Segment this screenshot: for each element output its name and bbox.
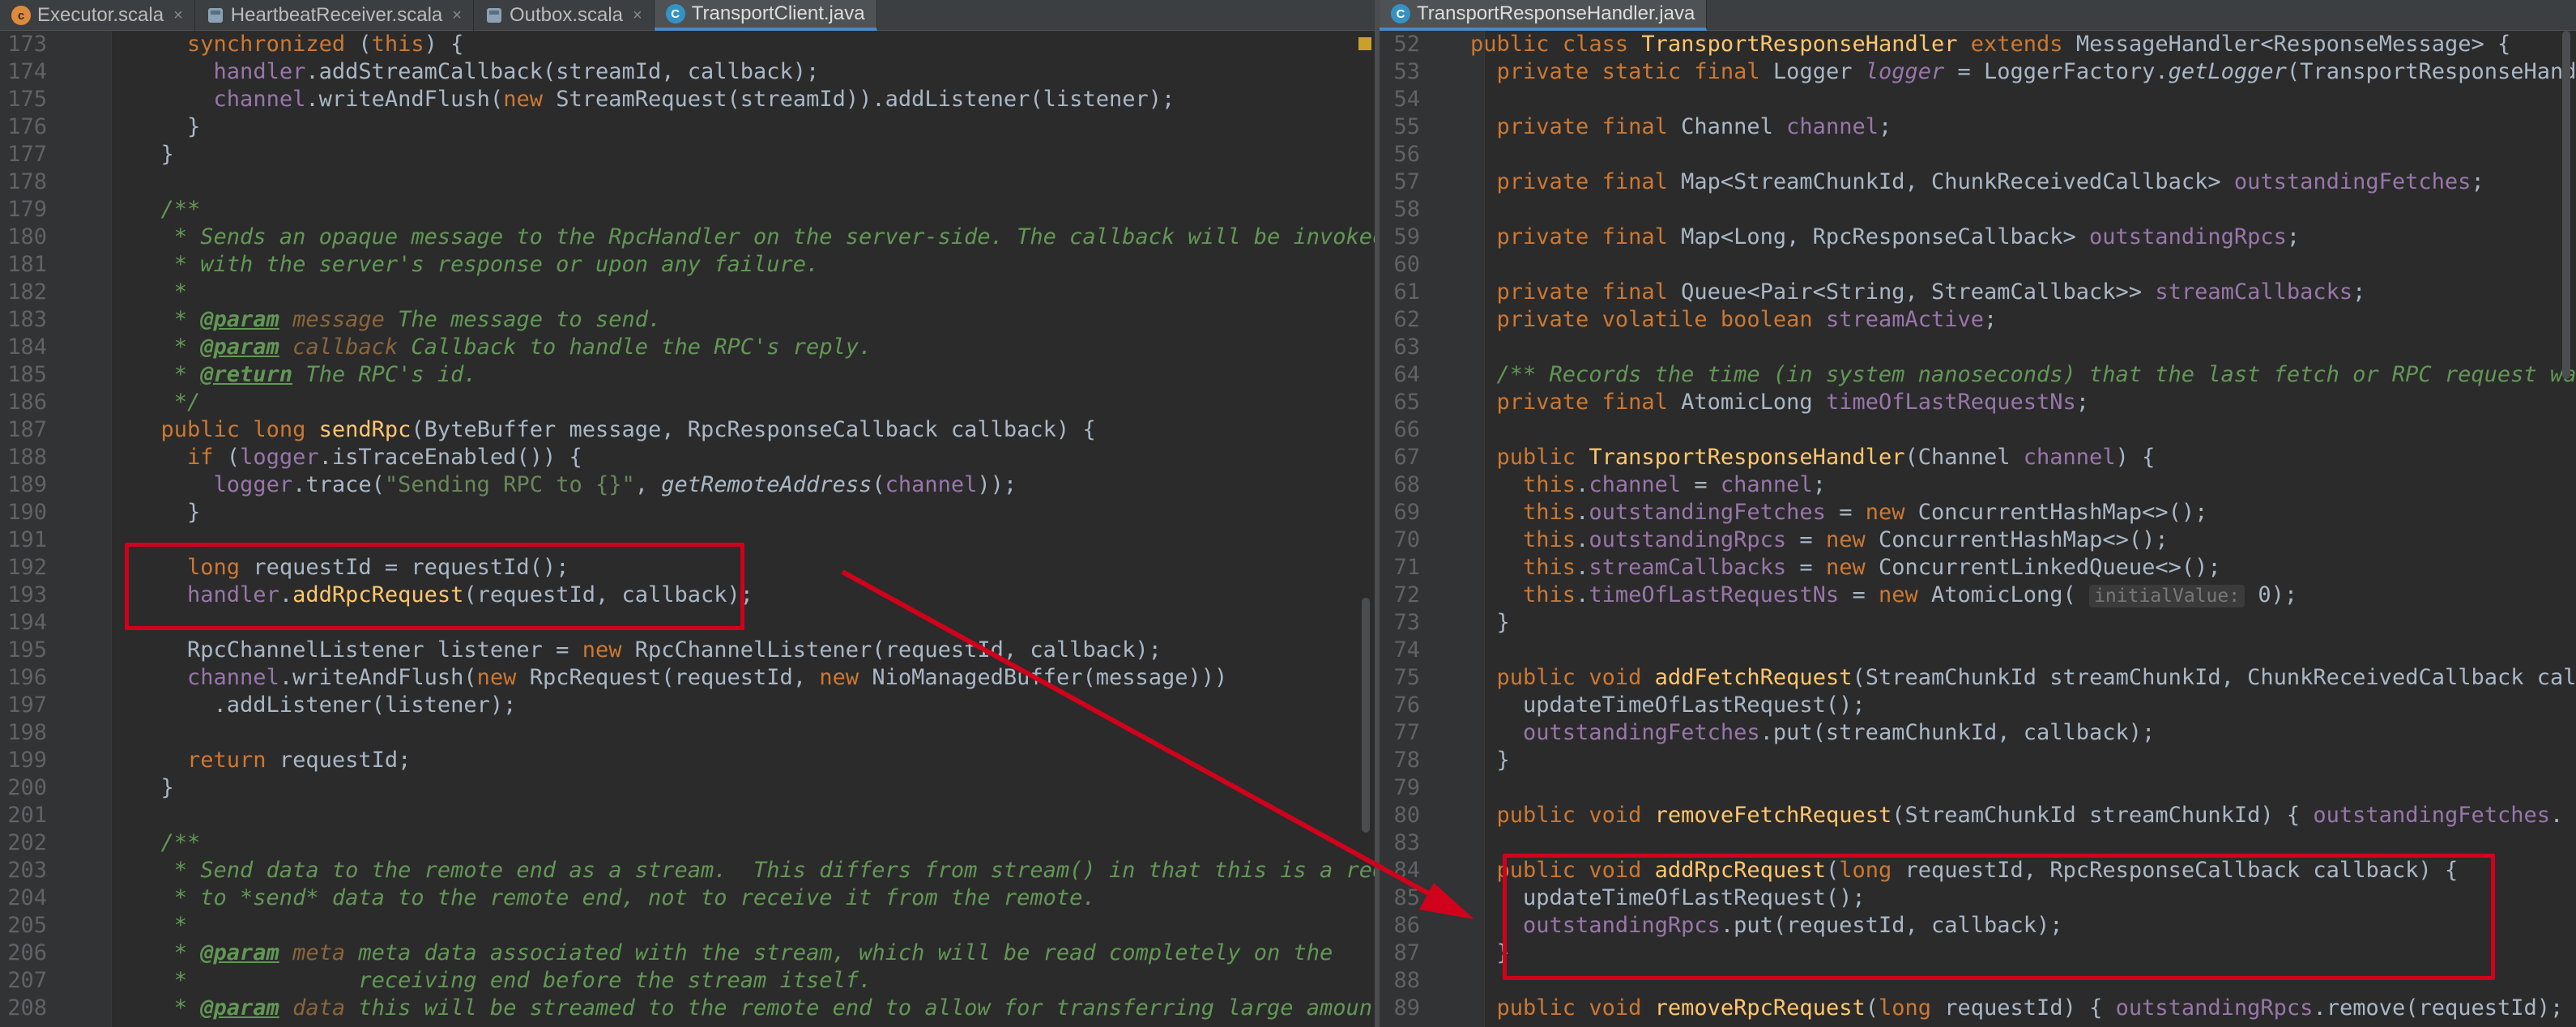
arrow-line [841,569,1448,906]
arrow-head [1419,883,1474,919]
arrow-annotation [841,569,1474,919]
